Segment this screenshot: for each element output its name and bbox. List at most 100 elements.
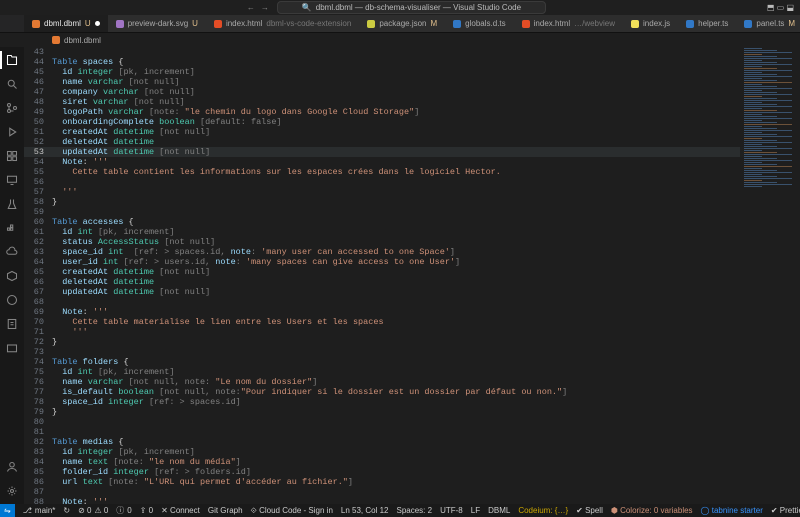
code-line[interactable]: 43 <box>24 47 760 57</box>
eol[interactable]: LF <box>471 506 480 515</box>
editor[interactable]: 4344Table spaces {45 id integer [pk, inc… <box>24 47 800 504</box>
code-line[interactable]: 78 space_id integer [ref: > spaces.id] <box>24 397 760 407</box>
git-graph[interactable]: Git Graph <box>208 506 243 515</box>
code-line[interactable]: 83 id integer [pk, increment] <box>24 447 760 457</box>
debug-icon[interactable] <box>5 125 19 139</box>
code-line[interactable]: 81 <box>24 427 760 437</box>
tab-preview-dark-svg[interactable]: preview-dark.svgU <box>108 15 206 32</box>
code-line[interactable]: 88 Note: ''' <box>24 497 760 504</box>
git-sync[interactable]: ↻ <box>63 506 70 515</box>
encoding[interactable]: UTF-8 <box>440 506 463 515</box>
code-line[interactable]: 84 name text [note: "le nom du média"] <box>24 457 760 467</box>
code-line[interactable]: 50 onboardingComplete boolean [default: … <box>24 117 760 127</box>
github-icon[interactable] <box>5 293 19 307</box>
window-controls[interactable]: ⬒ ▭ ⬓ <box>767 3 794 12</box>
code-line[interactable]: 62 status AccessStatus [not null] <box>24 237 760 247</box>
minimap[interactable] <box>740 47 800 504</box>
code-line[interactable]: 59 <box>24 207 760 217</box>
code-line[interactable]: 47 company varchar [not null] <box>24 87 760 97</box>
colorize-status[interactable]: ⬢ Colorize: 0 variables <box>611 506 693 515</box>
tab-package-json[interactable]: package.jsonM <box>359 15 445 32</box>
explorer-icon[interactable] <box>5 53 19 67</box>
code-line[interactable]: 74Table folders { <box>24 357 760 367</box>
remote-icon[interactable] <box>5 173 19 187</box>
code-line[interactable]: 67 updatedAt datetime [not null] <box>24 287 760 297</box>
code-line[interactable]: 82Table medias { <box>24 437 760 447</box>
todo-icon[interactable] <box>5 317 19 331</box>
project-icon[interactable] <box>5 341 19 355</box>
prettier-status[interactable]: ✔ Prettier <box>771 506 800 515</box>
indentation[interactable]: Spaces: 2 <box>397 506 433 515</box>
tabnine-status[interactable]: ◯ tabnine starter <box>701 506 763 515</box>
code-line[interactable]: 49 logoPath varchar [note: "le chemin du… <box>24 107 760 117</box>
source-control-icon[interactable] <box>5 101 19 115</box>
docker-icon[interactable] <box>5 221 19 235</box>
code-line[interactable]: 53 updatedAt datetime [not null] <box>24 147 760 157</box>
extensions-icon[interactable] <box>5 149 19 163</box>
code-line[interactable]: 79} <box>24 407 760 417</box>
code-line[interactable]: 76 name varchar [not null, note: "Le nom… <box>24 377 760 387</box>
code-line[interactable]: 80 <box>24 417 760 427</box>
code-line[interactable]: 86 url text [note: "L'URL qui permet d'a… <box>24 477 760 487</box>
package-icon[interactable] <box>5 269 19 283</box>
code-line[interactable]: 70 Cette table materialise le lien entre… <box>24 317 760 327</box>
tab-globals-d-ts[interactable]: globals.d.ts <box>445 15 513 32</box>
code-line[interactable]: 56 <box>24 177 760 187</box>
code-line[interactable]: 63 space_id int [ref: > spaces.id, note:… <box>24 247 760 257</box>
nav-back-icon[interactable]: ← <box>247 3 255 12</box>
code-line[interactable]: 54 Note: ''' <box>24 157 760 167</box>
code-line[interactable]: 51 createdAt datetime [not null] <box>24 127 760 137</box>
code-line[interactable]: 72} <box>24 337 760 347</box>
test-icon[interactable] <box>5 197 19 211</box>
tab-helper-ts[interactable]: helper.ts <box>678 15 736 32</box>
code-line[interactable]: 85 folder_id integer [ref: > folders.id] <box>24 467 760 477</box>
command-center[interactable]: 🔍 dbml.dbml — db-schema-visualiser — Vis… <box>277 1 546 14</box>
code-line[interactable]: 71 ''' <box>24 327 760 337</box>
file-icon <box>52 36 60 44</box>
code-line[interactable]: 48 siret varchar [not null] <box>24 97 760 107</box>
code-line[interactable]: 65 createdAt datetime [not null] <box>24 267 760 277</box>
code-line[interactable]: 68 <box>24 297 760 307</box>
account-icon[interactable] <box>5 460 19 474</box>
code-line[interactable]: 66 deletedAt datetime <box>24 277 760 287</box>
cursor-position[interactable]: Ln 53, Col 12 <box>341 506 389 515</box>
ports[interactable]: ⇪ 0 <box>140 506 153 515</box>
code-line[interactable]: 64 user_id int [ref: > users.id, note: '… <box>24 257 760 267</box>
tab-dbml-dbml[interactable]: dbml.dbmlU <box>24 15 108 32</box>
live-share[interactable]: ✕ Connect <box>161 506 200 515</box>
tab-index-html[interactable]: index.html …/webview <box>514 15 623 32</box>
cloud-icon[interactable] <box>5 245 19 259</box>
line-content: } <box>52 197 57 207</box>
tab-index-html[interactable]: index.html dbml-vs-code-extension <box>206 15 359 32</box>
codeium-status[interactable]: Codeium: {…} <box>518 506 568 515</box>
line-number: 53 <box>24 147 52 157</box>
code-line[interactable]: 77 is_default boolean [not null, note:"P… <box>24 387 760 397</box>
code-line[interactable]: 58} <box>24 197 760 207</box>
code-line[interactable]: 55 Cette table contient les informations… <box>24 167 760 177</box>
code-line[interactable]: 75 id int [pk, increment] <box>24 367 760 377</box>
code-line[interactable]: 57 ''' <box>24 187 760 197</box>
tab-index-js[interactable]: index.js <box>623 15 678 32</box>
remote-indicator[interactable]: ⇋ <box>0 504 15 517</box>
language-mode[interactable]: DBML <box>488 506 510 515</box>
spell-check[interactable]: ✔ Spell <box>576 506 603 515</box>
cloud-code-signin[interactable]: ⟐ Cloud Code - Sign in <box>251 506 333 516</box>
problems[interactable]: ⊘ 0 ⚠ 0 <box>78 506 108 515</box>
code-line[interactable]: 44Table spaces { <box>24 57 760 67</box>
gear-icon[interactable] <box>5 484 19 498</box>
code-line[interactable]: 46 name varchar [not null] <box>24 77 760 87</box>
code-line[interactable]: 69 Note: ''' <box>24 307 760 317</box>
breadcrumb[interactable]: dbml.dbml <box>0 33 800 47</box>
notifications-count[interactable]: ⓘ 0 <box>116 505 131 516</box>
tab-label: index.html <box>534 19 570 28</box>
git-branch[interactable]: ⎇ main* <box>23 506 56 515</box>
code-line[interactable]: 73 <box>24 347 760 357</box>
code-line[interactable]: 60Table accesses { <box>24 217 760 227</box>
code-line[interactable]: 61 id int [pk, increment] <box>24 227 760 237</box>
tab-panel-ts[interactable]: panel.tsM <box>736 15 800 32</box>
code-line[interactable]: 52 deletedAt datetime <box>24 137 760 147</box>
search-icon[interactable] <box>5 77 19 91</box>
nav-forward-icon[interactable]: → <box>261 3 269 12</box>
code-line[interactable]: 45 id integer [pk, increment] <box>24 67 760 77</box>
code-line[interactable]: 87 <box>24 487 760 497</box>
